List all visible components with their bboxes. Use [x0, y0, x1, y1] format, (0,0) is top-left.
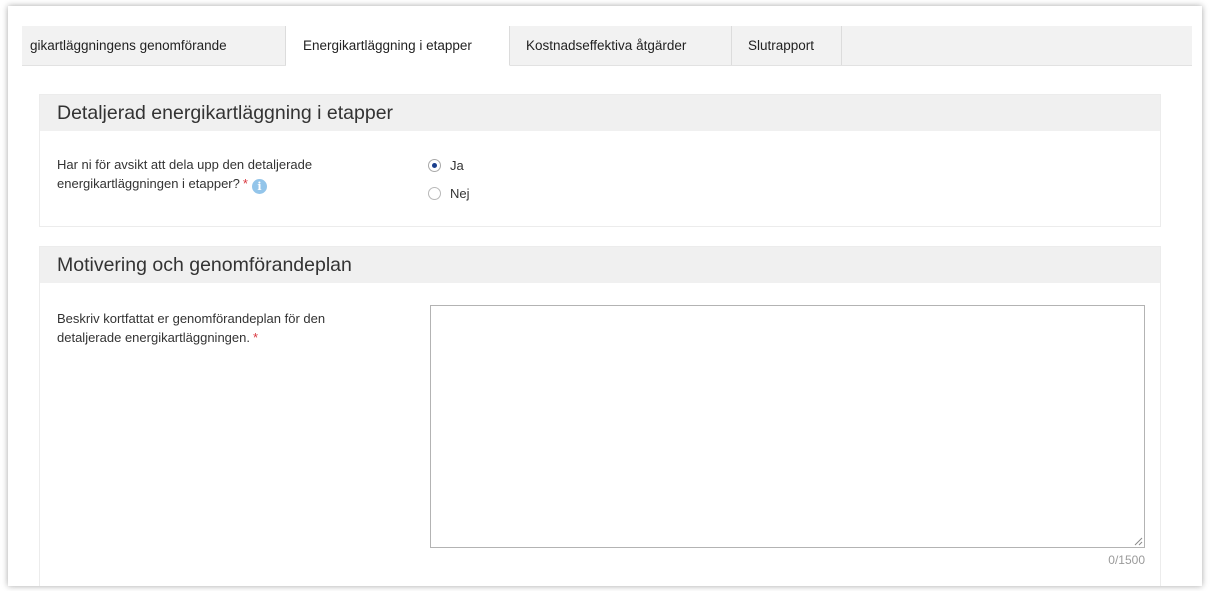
radio-button-ja[interactable] — [428, 159, 441, 172]
radio-option-ja[interactable]: Ja — [428, 158, 464, 173]
tab-etapper[interactable]: Energikartläggning i etapper — [286, 26, 510, 66]
tab-label: Kostnadseffektiva åtgärder — [526, 38, 687, 53]
tab-label: Energikartläggning i etapper — [303, 38, 472, 53]
section-title-text: Motivering och genomförandeplan — [57, 253, 352, 276]
label-line-2: detaljerade energikartläggningen. * — [57, 328, 397, 347]
form-window: gikartläggningens genomförande Energikar… — [8, 6, 1202, 586]
section-motivering: Motivering och genomförandeplan Beskriv … — [39, 246, 1161, 586]
section-etapper: Detaljerad energikartläggning i etapper … — [39, 94, 1161, 227]
label-line-1: Beskriv kortfattat er genomförandeplan f… — [57, 311, 326, 326]
tab-bar: gikartläggningens genomförande Energikar… — [22, 26, 1192, 66]
genomforandeplan-label: Beskriv kortfattat er genomförandeplan f… — [57, 309, 397, 347]
label-line-2-text: detaljerade energikartläggningen. — [57, 330, 250, 345]
section-title-text: Detaljerad energikartläggning i etapper — [57, 101, 394, 124]
radio-label-nej: Nej — [450, 186, 470, 201]
radio-button-nej[interactable] — [428, 187, 441, 200]
tab-label: Slutrapport — [748, 38, 815, 53]
required-mark: * — [252, 330, 259, 345]
character-counter: 0/1500 — [1108, 553, 1145, 567]
question-line-2: energikartläggningen i etapper? * i — [57, 174, 397, 194]
required-mark: * — [242, 176, 248, 191]
question-line-2-text: energikartläggningen i etapper? — [57, 176, 240, 191]
radio-option-nej[interactable]: Nej — [428, 186, 470, 201]
tab-label: gikartläggningens genomförande — [30, 38, 227, 53]
tab-genomforande[interactable]: gikartläggningens genomförande — [22, 26, 286, 65]
tab-slutrapport[interactable]: Slutrapport — [732, 26, 842, 65]
question-line-1: Har ni för avsikt att dela upp den detal… — [57, 157, 313, 172]
section-title: Motivering och genomförandeplan — [40, 247, 1160, 283]
info-icon[interactable]: i — [251, 179, 267, 194]
tab-kostnadseffektiva[interactable]: Kostnadseffektiva åtgärder — [510, 26, 732, 65]
section-title: Detaljerad energikartläggning i etapper — [40, 95, 1160, 131]
resize-grip-icon[interactable] — [1133, 536, 1143, 546]
etapper-question: Har ni för avsikt att dela upp den detal… — [57, 155, 397, 194]
radio-label-ja: Ja — [450, 158, 464, 173]
genomforandeplan-textarea[interactable] — [430, 305, 1145, 548]
